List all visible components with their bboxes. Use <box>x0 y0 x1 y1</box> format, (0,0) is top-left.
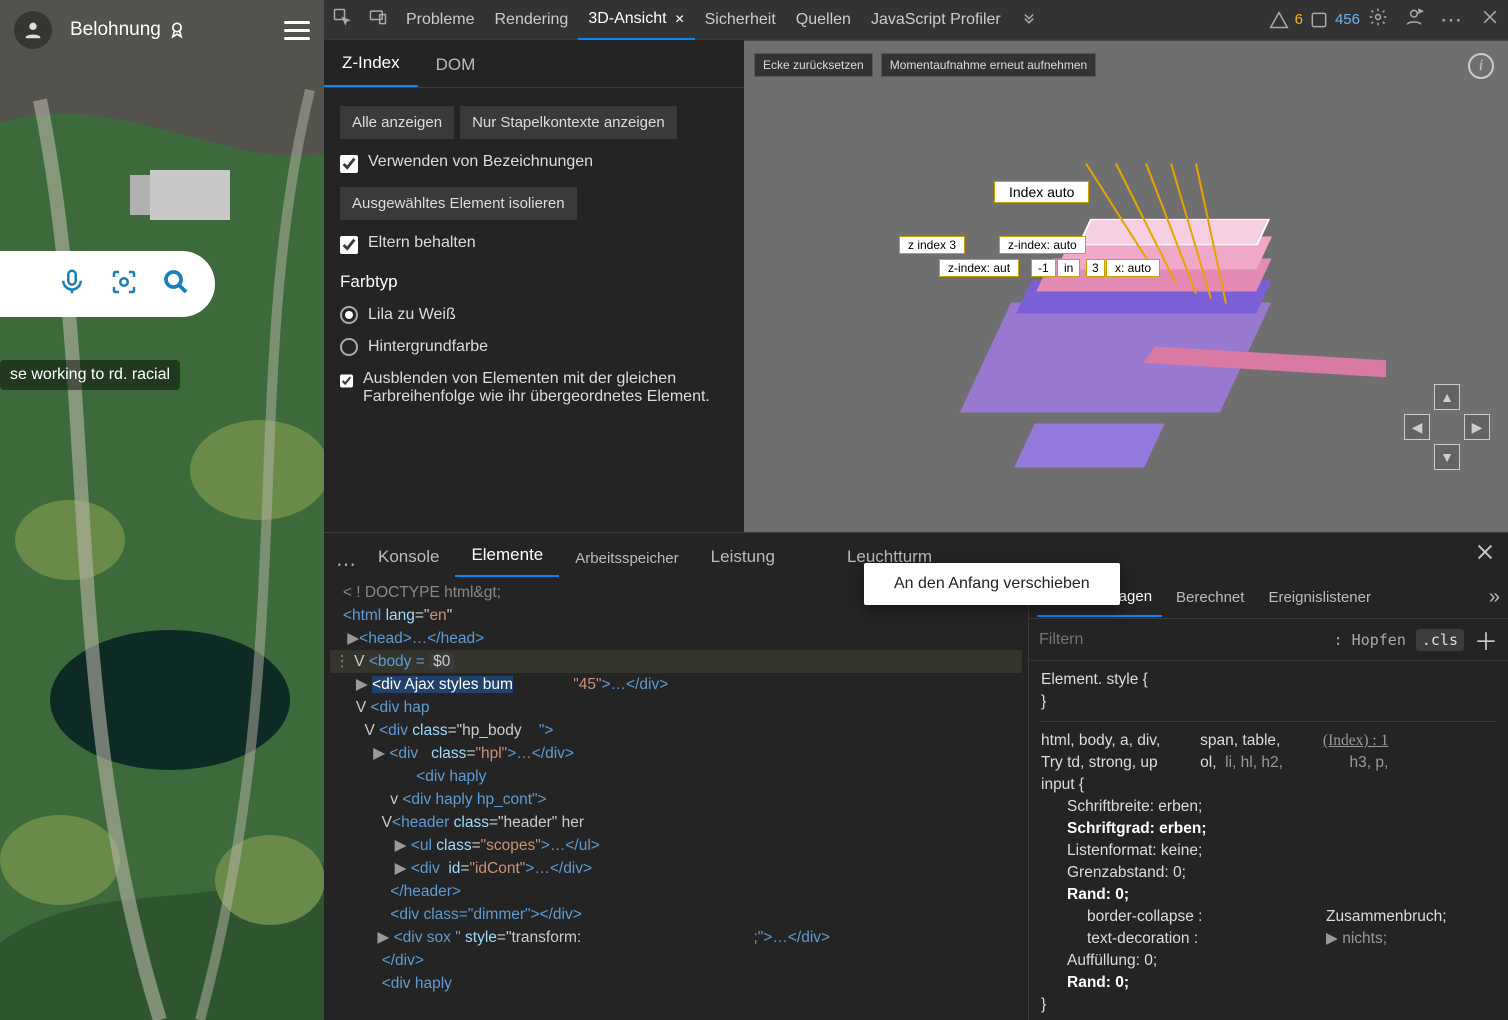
device-toolbar-icon[interactable] <box>360 7 396 32</box>
subtab-zindex[interactable]: Z-Index <box>324 41 418 87</box>
zlabel-zauto2: z-index: aut <box>939 259 1019 277</box>
pan-down-button[interactable]: ▼ <box>1434 444 1460 470</box>
devtools-drawer: ⋯ Konsole Elemente Arbeitsspeicher Leist… <box>324 532 1508 1020</box>
rewards-label: Belohnung <box>70 19 161 41</box>
feedback-icon[interactable] <box>1396 7 1432 32</box>
devtools-middle: Z-Index DOM Alle anzeigen Nur Stapelkont… <box>324 40 1508 532</box>
issues-counter[interactable]: 6 456 <box>1269 10 1360 30</box>
pan-left-button[interactable]: ◀ <box>1404 414 1430 440</box>
more-menu-icon[interactable]: ⋯ <box>1432 7 1472 33</box>
tab-probleme[interactable]: Probleme <box>396 0 484 40</box>
info-icon[interactable]: i <box>1468 53 1494 79</box>
use-labels-checkbox[interactable]: Verwenden von Bezeichnungen <box>340 153 728 173</box>
only-stacking-button[interactable]: Nur Stapelkontexte anzeigen <box>460 106 677 139</box>
drawer-tab-arbeitsspeicher[interactable]: Arbeitsspeicher <box>559 540 694 577</box>
show-all-button[interactable]: Alle anzeigen <box>340 106 454 139</box>
zlabel-z3: z index 3 <box>899 236 965 254</box>
pan-arrows: ▲ ◀ ▶ ▼ <box>1404 384 1492 472</box>
news-headline[interactable]: se working to rd. racial <box>0 360 180 390</box>
zlabel-3: 3 <box>1086 259 1105 277</box>
close-devtools-icon[interactable] <box>1472 7 1508 32</box>
tab-js-profiler[interactable]: JavaScript Profiler <box>861 0 1011 40</box>
retake-snapshot-button[interactable]: Momentaufnahme erneut aufnehmen <box>881 53 1096 77</box>
drawer-more-icon[interactable]: ⋯ <box>332 552 362 577</box>
drawer-close-icon[interactable] <box>1474 541 1496 568</box>
browser-page: Belohnung se working to rd. racial <box>0 0 324 1020</box>
drawer-tab-konsole[interactable]: Konsole <box>362 537 455 577</box>
hamburger-menu-icon[interactable] <box>284 21 310 40</box>
styles-tab-berechnet[interactable]: Berechnet <box>1166 579 1254 616</box>
3d-viewport[interactable]: Ecke zurücksetzen Momentaufnahme erneut … <box>744 40 1508 532</box>
zlabel-in: in <box>1057 259 1080 277</box>
hov-toggle[interactable]: : Hopfen <box>1334 631 1406 649</box>
tab-3d-ansicht[interactable]: 3D-Ansicht✕ <box>578 0 694 40</box>
tab-quellen[interactable]: Quellen <box>786 0 861 40</box>
zlabel-zauto: z-index: auto <box>999 236 1086 254</box>
avatar[interactable] <box>14 11 52 49</box>
devtools: Probleme Rendering 3D-Ansicht✕ Sicherhei… <box>324 0 1508 1020</box>
browser-top-bar: Belohnung <box>0 0 324 60</box>
drawer-tab-leistung[interactable]: Leistung <box>695 537 791 577</box>
style-rules[interactable]: Element. style { } html, body, a, div, T… <box>1029 661 1508 1020</box>
styles-tab-ereignislistener[interactable]: Ereignislistener <box>1258 579 1381 616</box>
drawer-tabs: ⋯ Konsole Elemente Arbeitsspeicher Leist… <box>324 533 1508 577</box>
tab-sicherheit[interactable]: Sicherheit <box>695 0 786 40</box>
zindex-panel: Z-Index DOM Alle anzeigen Nur Stapelkont… <box>324 40 744 532</box>
3d-layers <box>866 84 1386 509</box>
hide-same-color-checkbox[interactable]: Ausblenden von Elementen mit der gleiche… <box>340 370 728 406</box>
zlabel-m1: -1 <box>1031 259 1056 277</box>
rewards-link[interactable]: Belohnung <box>70 19 187 41</box>
isolate-button[interactable]: Ausgewähltes Element isolieren <box>340 187 577 220</box>
subtab-dom[interactable]: DOM <box>418 43 494 87</box>
pan-up-button[interactable]: ▲ <box>1434 384 1460 410</box>
search-icon[interactable] <box>161 267 191 302</box>
keep-parents-checkbox[interactable]: Eltern behalten <box>340 234 728 254</box>
inspect-element-icon[interactable] <box>324 7 360 32</box>
close-tab-icon[interactable]: ✕ <box>675 12 685 26</box>
more-tabs-icon[interactable] <box>1011 7 1047 32</box>
zlabel-xauto: x: auto <box>1106 259 1160 277</box>
context-menu-item[interactable]: An den Anfang verschieben <box>864 563 1120 605</box>
settings-icon[interactable] <box>1360 7 1396 32</box>
color-opt-purple[interactable]: Lila zu Weiß <box>340 306 728 324</box>
voice-search-icon[interactable] <box>57 267 87 302</box>
search-pill <box>0 251 215 317</box>
aerial-map-background <box>0 0 324 1020</box>
devtools-toolbar: Probleme Rendering 3D-Ansicht✕ Sicherhei… <box>324 0 1508 40</box>
color-type-title: Farbtyp <box>340 272 728 292</box>
styles-sidebar: Formatvorlagen Berechnet Ereignislistene… <box>1028 577 1508 1020</box>
drawer-tab-elemente[interactable]: Elemente <box>455 535 559 577</box>
new-style-rule-icon[interactable]: ＋ <box>1474 622 1498 657</box>
color-opt-bg[interactable]: Hintergrundfarbe <box>340 338 728 356</box>
zlabel-index-auto: Index auto <box>994 181 1089 203</box>
pan-right-button[interactable]: ▶ <box>1464 414 1490 440</box>
reset-corner-button[interactable]: Ecke zurücksetzen <box>754 53 873 77</box>
styles-more-tabs-icon[interactable]: » <box>1489 586 1500 609</box>
lens-search-icon[interactable] <box>109 267 139 302</box>
cls-toggle[interactable]: .cls <box>1416 629 1464 651</box>
styles-filter-input[interactable] <box>1039 631 1324 649</box>
tab-rendering[interactable]: Rendering <box>484 0 578 40</box>
dom-tree[interactable]: < ! DOCTYPE html&gt; <html lang="en" ▶<h… <box>324 577 1028 1020</box>
